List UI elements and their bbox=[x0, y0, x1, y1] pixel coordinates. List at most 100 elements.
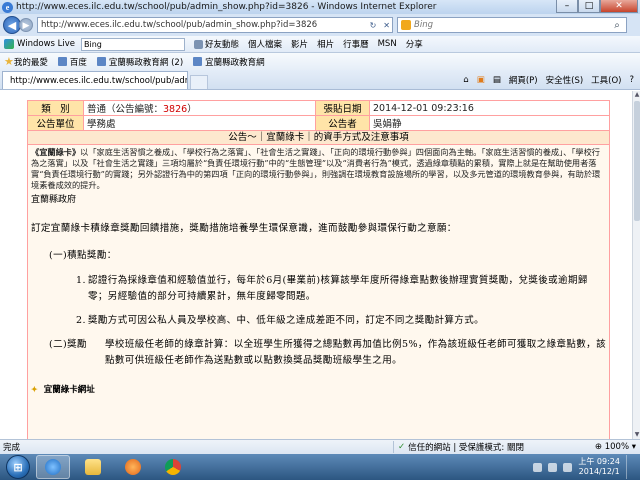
url-text[interactable]: http://www.eces.ilc.edu.tw/school/pub/ad… bbox=[41, 20, 365, 30]
close-button[interactable]: ✕ bbox=[600, 0, 638, 13]
posted-label: 張貼日期 bbox=[315, 100, 370, 116]
tab-label: http://www.eces.ilc.edu.tw/school/pub/ad… bbox=[10, 75, 187, 86]
author-value: 吳娟静 bbox=[369, 115, 610, 131]
intro-title: 《宜蘭綠卡》 bbox=[31, 147, 81, 157]
favorite-item-baidu[interactable]: 百度 bbox=[57, 56, 87, 68]
clock-time: 上午 09:24 bbox=[578, 457, 620, 466]
page-icon bbox=[57, 57, 67, 66]
window-title: http://www.eces.ilc.edu.tw/school/pub/ad… bbox=[16, 2, 437, 12]
print-icon[interactable]: ▤ bbox=[493, 75, 501, 85]
author-label: 公告者 bbox=[315, 115, 370, 131]
live-item-msn[interactable]: MSN bbox=[378, 39, 397, 49]
window-controls: – □ ✕ bbox=[556, 0, 638, 13]
intro-paragraph: 《宜蘭綠卡》以「家庭生活習慣之養成」、「學校行為之落實」、「社會生活之實踐」、「… bbox=[31, 147, 601, 190]
new-tab-button[interactable] bbox=[190, 75, 208, 89]
windows-live-icon bbox=[4, 39, 14, 49]
status-text: 完成 bbox=[3, 443, 21, 453]
status-bar: 完成 ✓ 信任的網站 | 受保護模式: 關閉 ⊕ 100% ▾ bbox=[0, 439, 640, 454]
live-search-input[interactable]: Bing bbox=[81, 37, 186, 51]
gov-line: 宜蘭縣政府 bbox=[31, 195, 77, 205]
notice-body: 《宜蘭綠卡》以「家庭生活習慣之養成」、「學校行為之落實」、「社會生活之實踐」、「… bbox=[27, 145, 610, 439]
system-tray: 上午 09:24 2014/12/1 bbox=[533, 455, 640, 479]
live-item-calendar[interactable]: 行事曆 bbox=[343, 38, 369, 50]
tray-volume-icon[interactable] bbox=[563, 462, 573, 472]
tab-current[interactable]: http://www.eces.ilc.edu.tw/school/pub/ad… bbox=[2, 71, 188, 89]
command-page[interactable]: 網頁(P) bbox=[509, 74, 538, 86]
green-card-link[interactable]: ✦ 宜蘭綠卡網址 bbox=[31, 383, 606, 395]
type-value: 普通（公告編號：3826） bbox=[83, 100, 316, 116]
address-row: ◀ ▶ http://www.eces.ilc.edu.tw/school/pu… bbox=[0, 14, 640, 36]
command-bar: ⌂ ▣ ▤ 網頁(P) 安全性(S) 工具(O) ? bbox=[463, 71, 640, 89]
page-content: 類 別 普通（公告編號：3826） 張貼日期 2014-12-01 09:23:… bbox=[0, 91, 632, 439]
windows-live-brand[interactable]: Windows Live bbox=[4, 39, 75, 49]
live-item-profile[interactable]: 個人檔案 bbox=[248, 38, 282, 50]
zoom-control[interactable]: ⊕ 100% ▾ bbox=[595, 442, 640, 452]
maximize-button[interactable]: □ bbox=[578, 0, 600, 13]
section-heading-2: (二)獎勵 學校班級任老師的綠章計算：以全班學生所獲得之總點數再加值比例5%，作為… bbox=[49, 339, 606, 366]
favorites-star-icon[interactable]: ★ bbox=[4, 55, 14, 68]
command-safety[interactable]: 安全性(S) bbox=[546, 74, 584, 86]
live-item-friends[interactable]: 好友動態 bbox=[194, 38, 239, 50]
scroll-thumb[interactable] bbox=[634, 101, 640, 221]
tray-network-icon[interactable] bbox=[548, 462, 558, 472]
page-icon bbox=[193, 57, 203, 66]
media-player-icon bbox=[125, 459, 141, 475]
refresh-icon[interactable]: ↻ bbox=[368, 21, 379, 30]
list-item-2: 2. 獎勵方式可因公私人員及學校高、中、低年級之達成差距不同，訂定不同之獎勵計算方… bbox=[76, 315, 485, 326]
ie-logo-icon: e bbox=[2, 1, 13, 13]
folder-icon bbox=[85, 459, 101, 475]
unit-label: 公告單位 bbox=[27, 115, 84, 131]
windows-live-toolbar: Windows Live Bing 好友動態 個人檔案 影片 相片 行事曆 MS… bbox=[0, 36, 640, 53]
window-titlebar: e http://www.eces.ilc.edu.tw/school/pub/… bbox=[0, 0, 640, 14]
windows-live-label: Windows Live bbox=[17, 39, 76, 49]
posted-value: 2014-12-01 09:23:16 bbox=[369, 100, 610, 116]
help-icon[interactable]: ? bbox=[629, 75, 634, 85]
forward-button[interactable]: ▶ bbox=[19, 18, 33, 32]
notice-number: 3826 bbox=[163, 104, 188, 115]
scroll-down-icon[interactable]: ▼ bbox=[633, 431, 640, 439]
tray-flag-icon[interactable] bbox=[533, 462, 543, 472]
live-item-videos[interactable]: 影片 bbox=[291, 38, 308, 50]
security-zone: ✓ 信任的網站 | 受保護模式: 關閉 bbox=[393, 441, 543, 453]
notice-subject: 公告～｜宜蘭綠卡｜的資手方式及注意事項 bbox=[27, 131, 610, 145]
paragraph-main: 訂定宜蘭綠卡積綠章獎勵回饋措施，獎勵措施培養學生環保意識，進而鼓勵參與環保行動之… bbox=[31, 223, 457, 234]
show-desktop-button[interactable] bbox=[626, 455, 634, 479]
people-icon bbox=[194, 40, 204, 49]
check-icon: ✓ bbox=[398, 442, 406, 452]
taskbar: ⊞ 上午 09:24 2014/12/1 bbox=[0, 454, 640, 480]
notice-frame: 類 別 普通（公告編號：3826） 張貼日期 2014-12-01 09:23:… bbox=[27, 100, 610, 439]
favorite-item-yilan[interactable]: 宜蘭縣政教育網 bbox=[193, 56, 265, 68]
section-heading-1: (一)積點獎勵： bbox=[49, 250, 117, 261]
stop-icon[interactable]: ✕ bbox=[381, 21, 392, 30]
scroll-up-icon[interactable]: ▲ bbox=[633, 91, 640, 99]
search-icon[interactable]: ⌕ bbox=[608, 20, 626, 31]
clock-date: 2014/12/1 bbox=[578, 467, 620, 476]
bing-icon bbox=[401, 20, 411, 30]
home-icon[interactable]: ⌂ bbox=[463, 75, 468, 85]
clock[interactable]: 上午 09:24 2014/12/1 bbox=[578, 457, 620, 477]
ie-icon bbox=[45, 459, 61, 475]
feeds-icon[interactable]: ▣ bbox=[477, 75, 485, 85]
live-item-photos[interactable]: 相片 bbox=[317, 38, 334, 50]
notice-meta-table: 類 別 普通（公告編號：3826） 張貼日期 2014-12-01 09:23:… bbox=[27, 100, 610, 131]
minimize-button[interactable]: – bbox=[556, 0, 578, 13]
unit-value: 學務處 bbox=[83, 115, 316, 131]
taskbar-explorer[interactable] bbox=[76, 455, 110, 479]
search-input[interactable]: Bing bbox=[414, 20, 608, 30]
tab-row: http://www.eces.ilc.edu.tw/school/pub/ad… bbox=[0, 70, 640, 90]
favorites-label[interactable]: 我的最愛 bbox=[14, 56, 48, 68]
type-label: 類 別 bbox=[27, 100, 84, 116]
favorites-bar: ★ 我的最愛 百度 宜蘭縣政教育網 (2) 宜蘭縣政教育網 bbox=[0, 53, 640, 70]
address-bar[interactable]: http://www.eces.ilc.edu.tw/school/pub/ad… bbox=[37, 17, 393, 33]
live-item-share[interactable]: 分享 bbox=[406, 38, 423, 50]
taskbar-chrome[interactable] bbox=[156, 455, 190, 479]
start-button[interactable]: ⊞ bbox=[6, 455, 30, 479]
taskbar-media-player[interactable] bbox=[116, 455, 150, 479]
page-icon bbox=[96, 57, 106, 66]
list-item-1: 1. 認證行為採綠章值和經驗值並行，每年於6月(畢業前)核算該學年度所得綠章點數後… bbox=[76, 275, 588, 302]
vertical-scrollbar[interactable]: ▲ ▼ bbox=[632, 91, 640, 439]
taskbar-ie[interactable] bbox=[36, 455, 70, 479]
search-box[interactable]: Bing ⌕ bbox=[397, 17, 627, 33]
command-tools[interactable]: 工具(O) bbox=[591, 74, 621, 86]
favorite-item-yilan-2[interactable]: 宜蘭縣政教育網 (2) bbox=[96, 56, 183, 68]
